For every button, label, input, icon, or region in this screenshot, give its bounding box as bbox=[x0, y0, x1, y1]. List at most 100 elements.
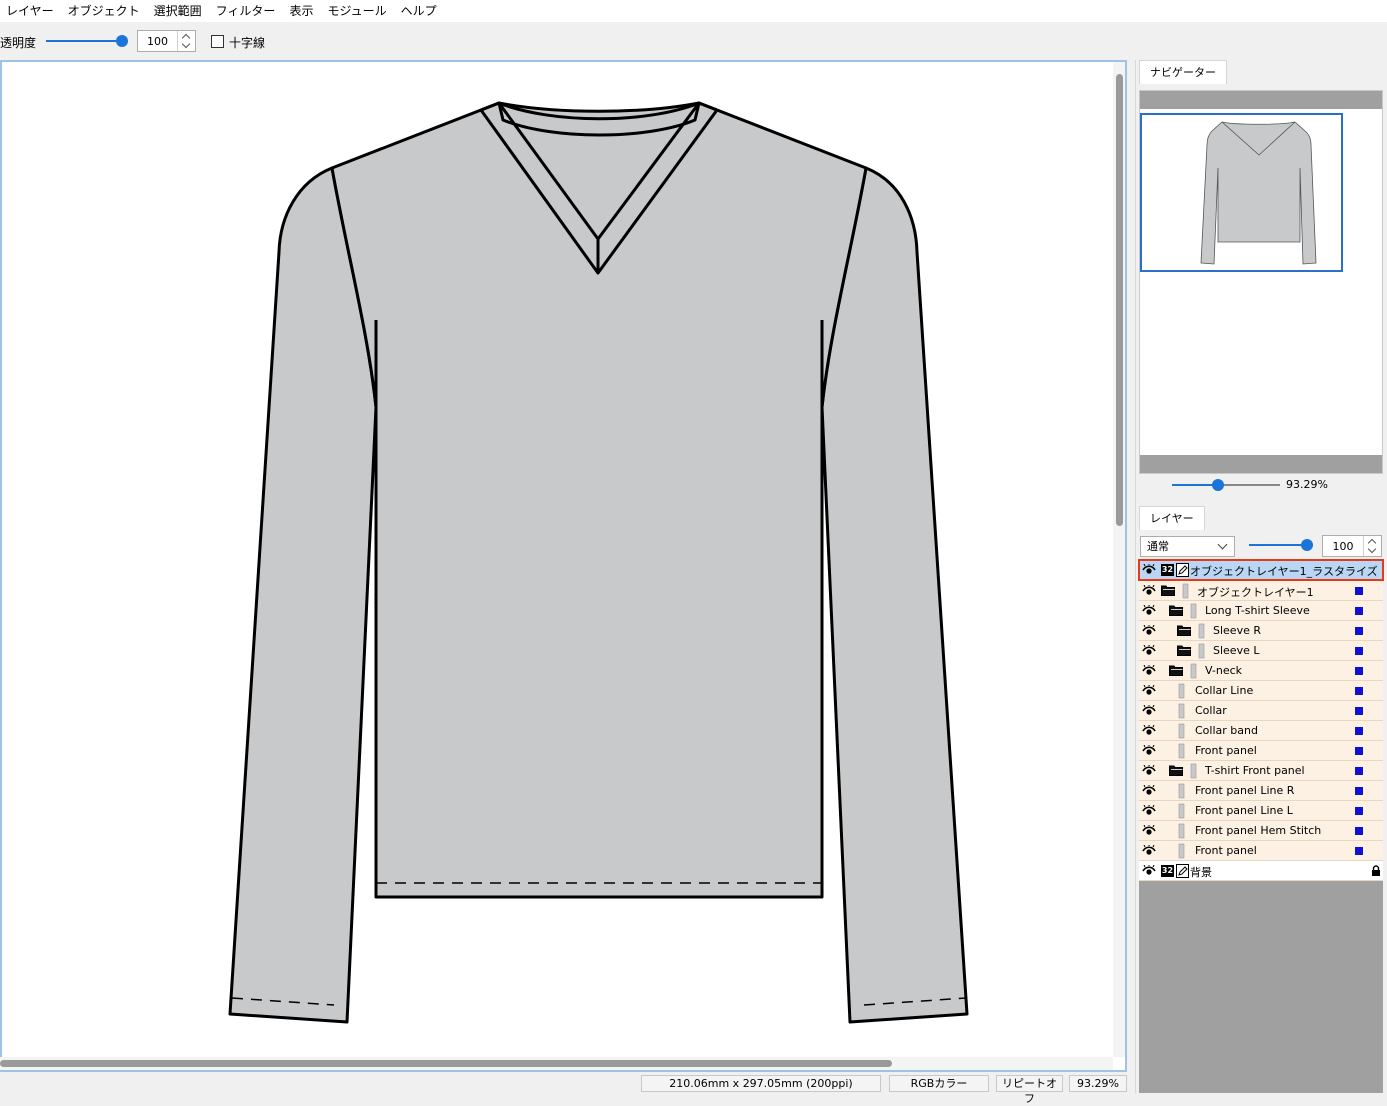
visibility-eye-icon[interactable] bbox=[1142, 824, 1156, 836]
layer-color-swatch[interactable] bbox=[1355, 747, 1363, 755]
layer-thumbnail-icon bbox=[1175, 703, 1189, 719]
blend-mode-select[interactable]: 通常 bbox=[1140, 536, 1235, 557]
layer-color-swatch[interactable] bbox=[1355, 667, 1363, 675]
layer-row[interactable]: Sleeve R bbox=[1139, 621, 1383, 641]
tab-navigator[interactable]: ナビゲーター bbox=[1139, 60, 1227, 84]
layer-opacity-value[interactable]: 100 bbox=[1323, 540, 1363, 553]
layer-color-swatch[interactable] bbox=[1355, 587, 1363, 595]
menu-selection[interactable]: 選択範囲 bbox=[148, 0, 210, 22]
layer-row[interactable]: T-shirt Front panel bbox=[1139, 761, 1383, 781]
visibility-eye-icon[interactable] bbox=[1142, 664, 1156, 676]
layer-name: Sleeve R bbox=[1213, 624, 1261, 637]
zoom-slider-knob[interactable] bbox=[1212, 479, 1224, 491]
layer-opacity-fill bbox=[1249, 544, 1307, 546]
opacity-stepper[interactable]: 100 bbox=[137, 30, 196, 52]
layer-color-swatch[interactable] bbox=[1355, 647, 1363, 655]
menu-filter[interactable]: フィルター bbox=[210, 0, 284, 22]
visibility-eye-icon[interactable] bbox=[1142, 804, 1156, 816]
layer-opacity-knob[interactable] bbox=[1301, 539, 1313, 551]
tab-layers[interactable]: レイヤー bbox=[1139, 506, 1205, 530]
menu-help[interactable]: ヘルプ bbox=[395, 0, 445, 22]
layer-opacity-arrows[interactable] bbox=[1363, 536, 1381, 556]
folder-icon[interactable] bbox=[1169, 605, 1183, 616]
visibility-eye-icon[interactable] bbox=[1142, 864, 1156, 876]
visibility-eye-icon[interactable] bbox=[1142, 563, 1156, 575]
layer-thumbnail-icon bbox=[1175, 843, 1189, 859]
menu-object[interactable]: オブジェクト bbox=[62, 0, 148, 22]
opacity-value[interactable]: 100 bbox=[138, 35, 177, 48]
layer-row[interactable]: オブジェクトレイヤー1 bbox=[1139, 581, 1383, 601]
opacity-slider[interactable] bbox=[46, 34, 128, 48]
horizontal-scroll-thumb[interactable] bbox=[0, 1060, 892, 1067]
visibility-eye-icon[interactable] bbox=[1142, 584, 1156, 596]
layer-color-swatch[interactable] bbox=[1355, 707, 1363, 715]
layer-color-swatch[interactable] bbox=[1355, 627, 1363, 635]
layer-thumbnail-icon bbox=[1179, 583, 1193, 599]
navigator-view-rect[interactable] bbox=[1140, 113, 1343, 272]
visibility-eye-icon[interactable] bbox=[1142, 624, 1156, 636]
visibility-eye-icon[interactable] bbox=[1142, 644, 1156, 656]
navigator-thumbnail bbox=[1200, 121, 1317, 265]
bit-depth-badge: 32 bbox=[1161, 564, 1174, 576]
layer-color-swatch[interactable] bbox=[1355, 767, 1363, 775]
vertical-scroll-thumb[interactable] bbox=[1116, 74, 1123, 526]
menu-layer[interactable]: レイヤー bbox=[0, 0, 62, 22]
layer-row[interactable]: Collar Line bbox=[1139, 681, 1383, 701]
opacity-stepper-arrows[interactable] bbox=[177, 31, 195, 51]
visibility-eye-icon[interactable] bbox=[1142, 684, 1156, 696]
lock-icon[interactable] bbox=[1371, 865, 1381, 876]
crosshair-checkbox[interactable] bbox=[211, 35, 224, 48]
layer-name: オブジェクトレイヤー1 bbox=[1197, 586, 1314, 599]
visibility-eye-icon[interactable] bbox=[1142, 704, 1156, 716]
layer-row[interactable]: Front panel Line L bbox=[1139, 801, 1383, 821]
layer-color-swatch[interactable] bbox=[1355, 827, 1363, 835]
menu-module[interactable]: モジュール bbox=[321, 0, 394, 22]
color-mode-status[interactable]: RGBカラー bbox=[889, 1075, 989, 1092]
folder-icon[interactable] bbox=[1169, 765, 1183, 776]
layer-color-swatch[interactable] bbox=[1355, 687, 1363, 695]
canvas-horizontal-scrollbar[interactable] bbox=[0, 1057, 1113, 1070]
canvas[interactable] bbox=[0, 60, 1127, 1072]
layer-row[interactable]: 32 背景 bbox=[1139, 861, 1383, 881]
layer-name: Sleeve L bbox=[1213, 644, 1260, 657]
folder-icon[interactable] bbox=[1169, 665, 1183, 676]
visibility-eye-icon[interactable] bbox=[1142, 844, 1156, 856]
layer-thumbnail-icon bbox=[1187, 763, 1201, 779]
layer-name: V-neck bbox=[1205, 664, 1243, 677]
visibility-eye-icon[interactable] bbox=[1142, 724, 1156, 736]
navigator-preview[interactable] bbox=[1139, 90, 1383, 474]
layer-row[interactable]: Front panel Line R bbox=[1139, 781, 1383, 801]
layer-row[interactable]: 32 オブジェクトレイヤー1_ラスタライズ bbox=[1138, 559, 1384, 581]
layer-row[interactable]: Front panel bbox=[1139, 841, 1383, 861]
folder-icon[interactable] bbox=[1177, 645, 1191, 656]
layer-row[interactable]: Sleeve L bbox=[1139, 641, 1383, 661]
visibility-eye-icon[interactable] bbox=[1142, 764, 1156, 776]
visibility-eye-icon[interactable] bbox=[1142, 744, 1156, 756]
repeat-status[interactable]: リピートオフ bbox=[996, 1075, 1063, 1105]
layer-color-swatch[interactable] bbox=[1355, 847, 1363, 855]
layer-name: Collar bbox=[1195, 704, 1227, 717]
navigator-zoom-slider[interactable] bbox=[1172, 478, 1280, 492]
zoom-status[interactable]: 93.29% bbox=[1069, 1075, 1127, 1092]
layer-row[interactable]: V-neck bbox=[1139, 661, 1383, 681]
folder-icon[interactable] bbox=[1177, 625, 1191, 636]
layer-row[interactable]: Front panel Hem Stitch bbox=[1139, 821, 1383, 841]
layer-name: Front panel Line R bbox=[1195, 784, 1295, 797]
folder-icon[interactable] bbox=[1161, 585, 1175, 596]
visibility-eye-icon[interactable] bbox=[1142, 784, 1156, 796]
layer-row[interactable]: Long T-shirt Sleeve bbox=[1139, 601, 1383, 621]
visibility-eye-icon[interactable] bbox=[1142, 604, 1156, 616]
opacity-slider-knob[interactable] bbox=[116, 35, 128, 47]
layer-color-swatch[interactable] bbox=[1355, 727, 1363, 735]
layer-opacity-stepper[interactable]: 100 bbox=[1322, 535, 1382, 557]
layer-color-swatch[interactable] bbox=[1355, 807, 1363, 815]
layer-opacity-slider[interactable] bbox=[1249, 538, 1313, 552]
layer-name: 背景 bbox=[1190, 866, 1212, 879]
layer-row[interactable]: Collar band bbox=[1139, 721, 1383, 741]
layer-color-swatch[interactable] bbox=[1355, 787, 1363, 795]
layer-row[interactable]: Front panel bbox=[1139, 741, 1383, 761]
layer-row[interactable]: Collar bbox=[1139, 701, 1383, 721]
layer-color-swatch[interactable] bbox=[1355, 607, 1363, 615]
menu-view[interactable]: 表示 bbox=[283, 0, 321, 22]
canvas-vertical-scrollbar[interactable] bbox=[1113, 62, 1125, 1057]
